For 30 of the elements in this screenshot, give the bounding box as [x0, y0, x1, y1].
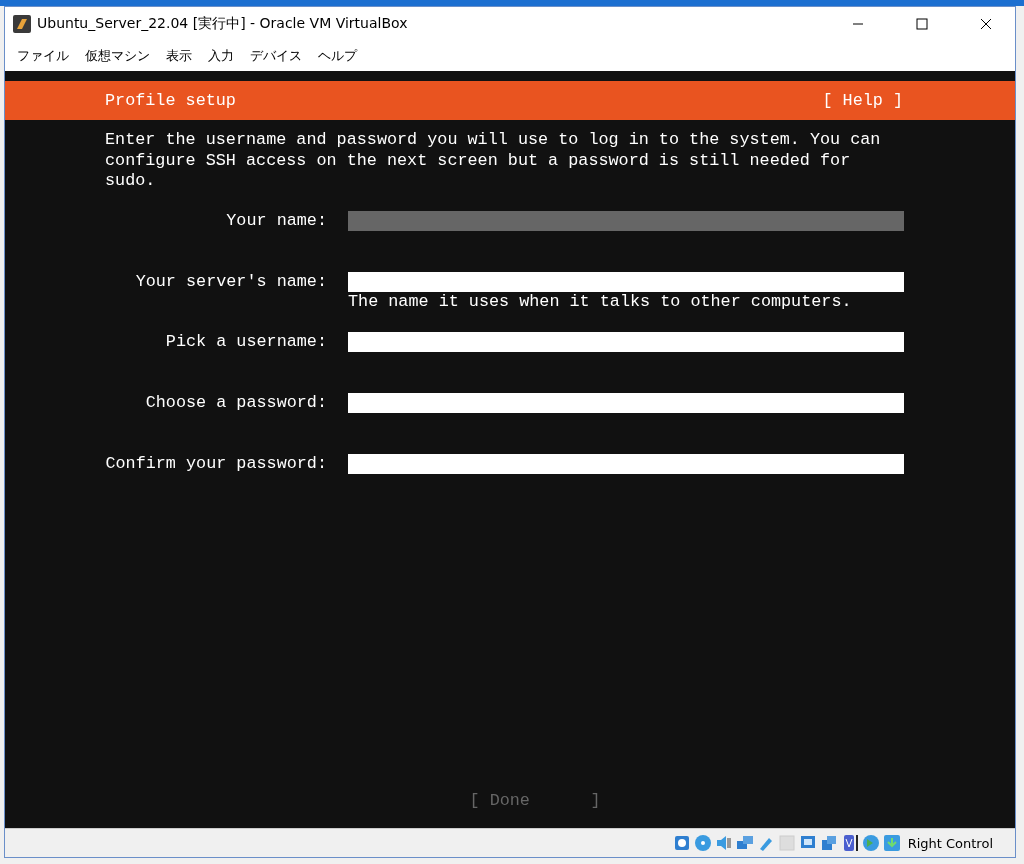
field-label: Choose a password:	[144, 392, 327, 413]
window-title: Ubuntu_Server_22.04 [実行中] - Oracle VM VirtualBox	[37, 15, 409, 33]
close-icon	[980, 18, 992, 30]
menu-item[interactable]: ファイル	[9, 45, 77, 67]
field-label: Your name:	[225, 210, 327, 231]
input-field[interactable]	[348, 210, 904, 231]
disc-icon[interactable]	[693, 834, 712, 852]
menu-item[interactable]: 仮想マシン	[77, 45, 158, 67]
input-field[interactable]	[348, 271, 904, 292]
screen-title: Profile setup	[105, 91, 236, 110]
speaker-icon[interactable]	[714, 834, 733, 852]
network-icon[interactable]	[735, 834, 754, 852]
maximize-icon	[916, 18, 928, 30]
field-label: Your server's name:	[134, 271, 327, 292]
menu-item[interactable]: ヘルプ	[310, 45, 365, 67]
menu-item[interactable]: デバイス	[242, 45, 310, 67]
menu-item[interactable]: 表示	[158, 45, 200, 67]
help-button[interactable]: [ Help ]	[822, 91, 903, 110]
app-icon	[13, 15, 31, 33]
download-icon[interactable]	[882, 834, 901, 852]
input-field[interactable]	[348, 331, 904, 352]
input-field[interactable]	[348, 392, 904, 413]
field-label: Confirm your password:	[105, 453, 327, 474]
field-label: Pick a username:	[164, 331, 327, 352]
windows-icon[interactable]	[819, 834, 838, 852]
intro-text: Enter the username and password you will use to log in to the system. You can configure SSH access on the next screen but a password is still needed for sudo.	[105, 130, 882, 192]
input-field[interactable]	[348, 453, 904, 474]
field-hint: The name it uses when it talks to other computers.	[348, 291, 853, 312]
host-key-label: Right Control	[907, 835, 993, 851]
menu-item[interactable]: 入力	[200, 45, 242, 67]
